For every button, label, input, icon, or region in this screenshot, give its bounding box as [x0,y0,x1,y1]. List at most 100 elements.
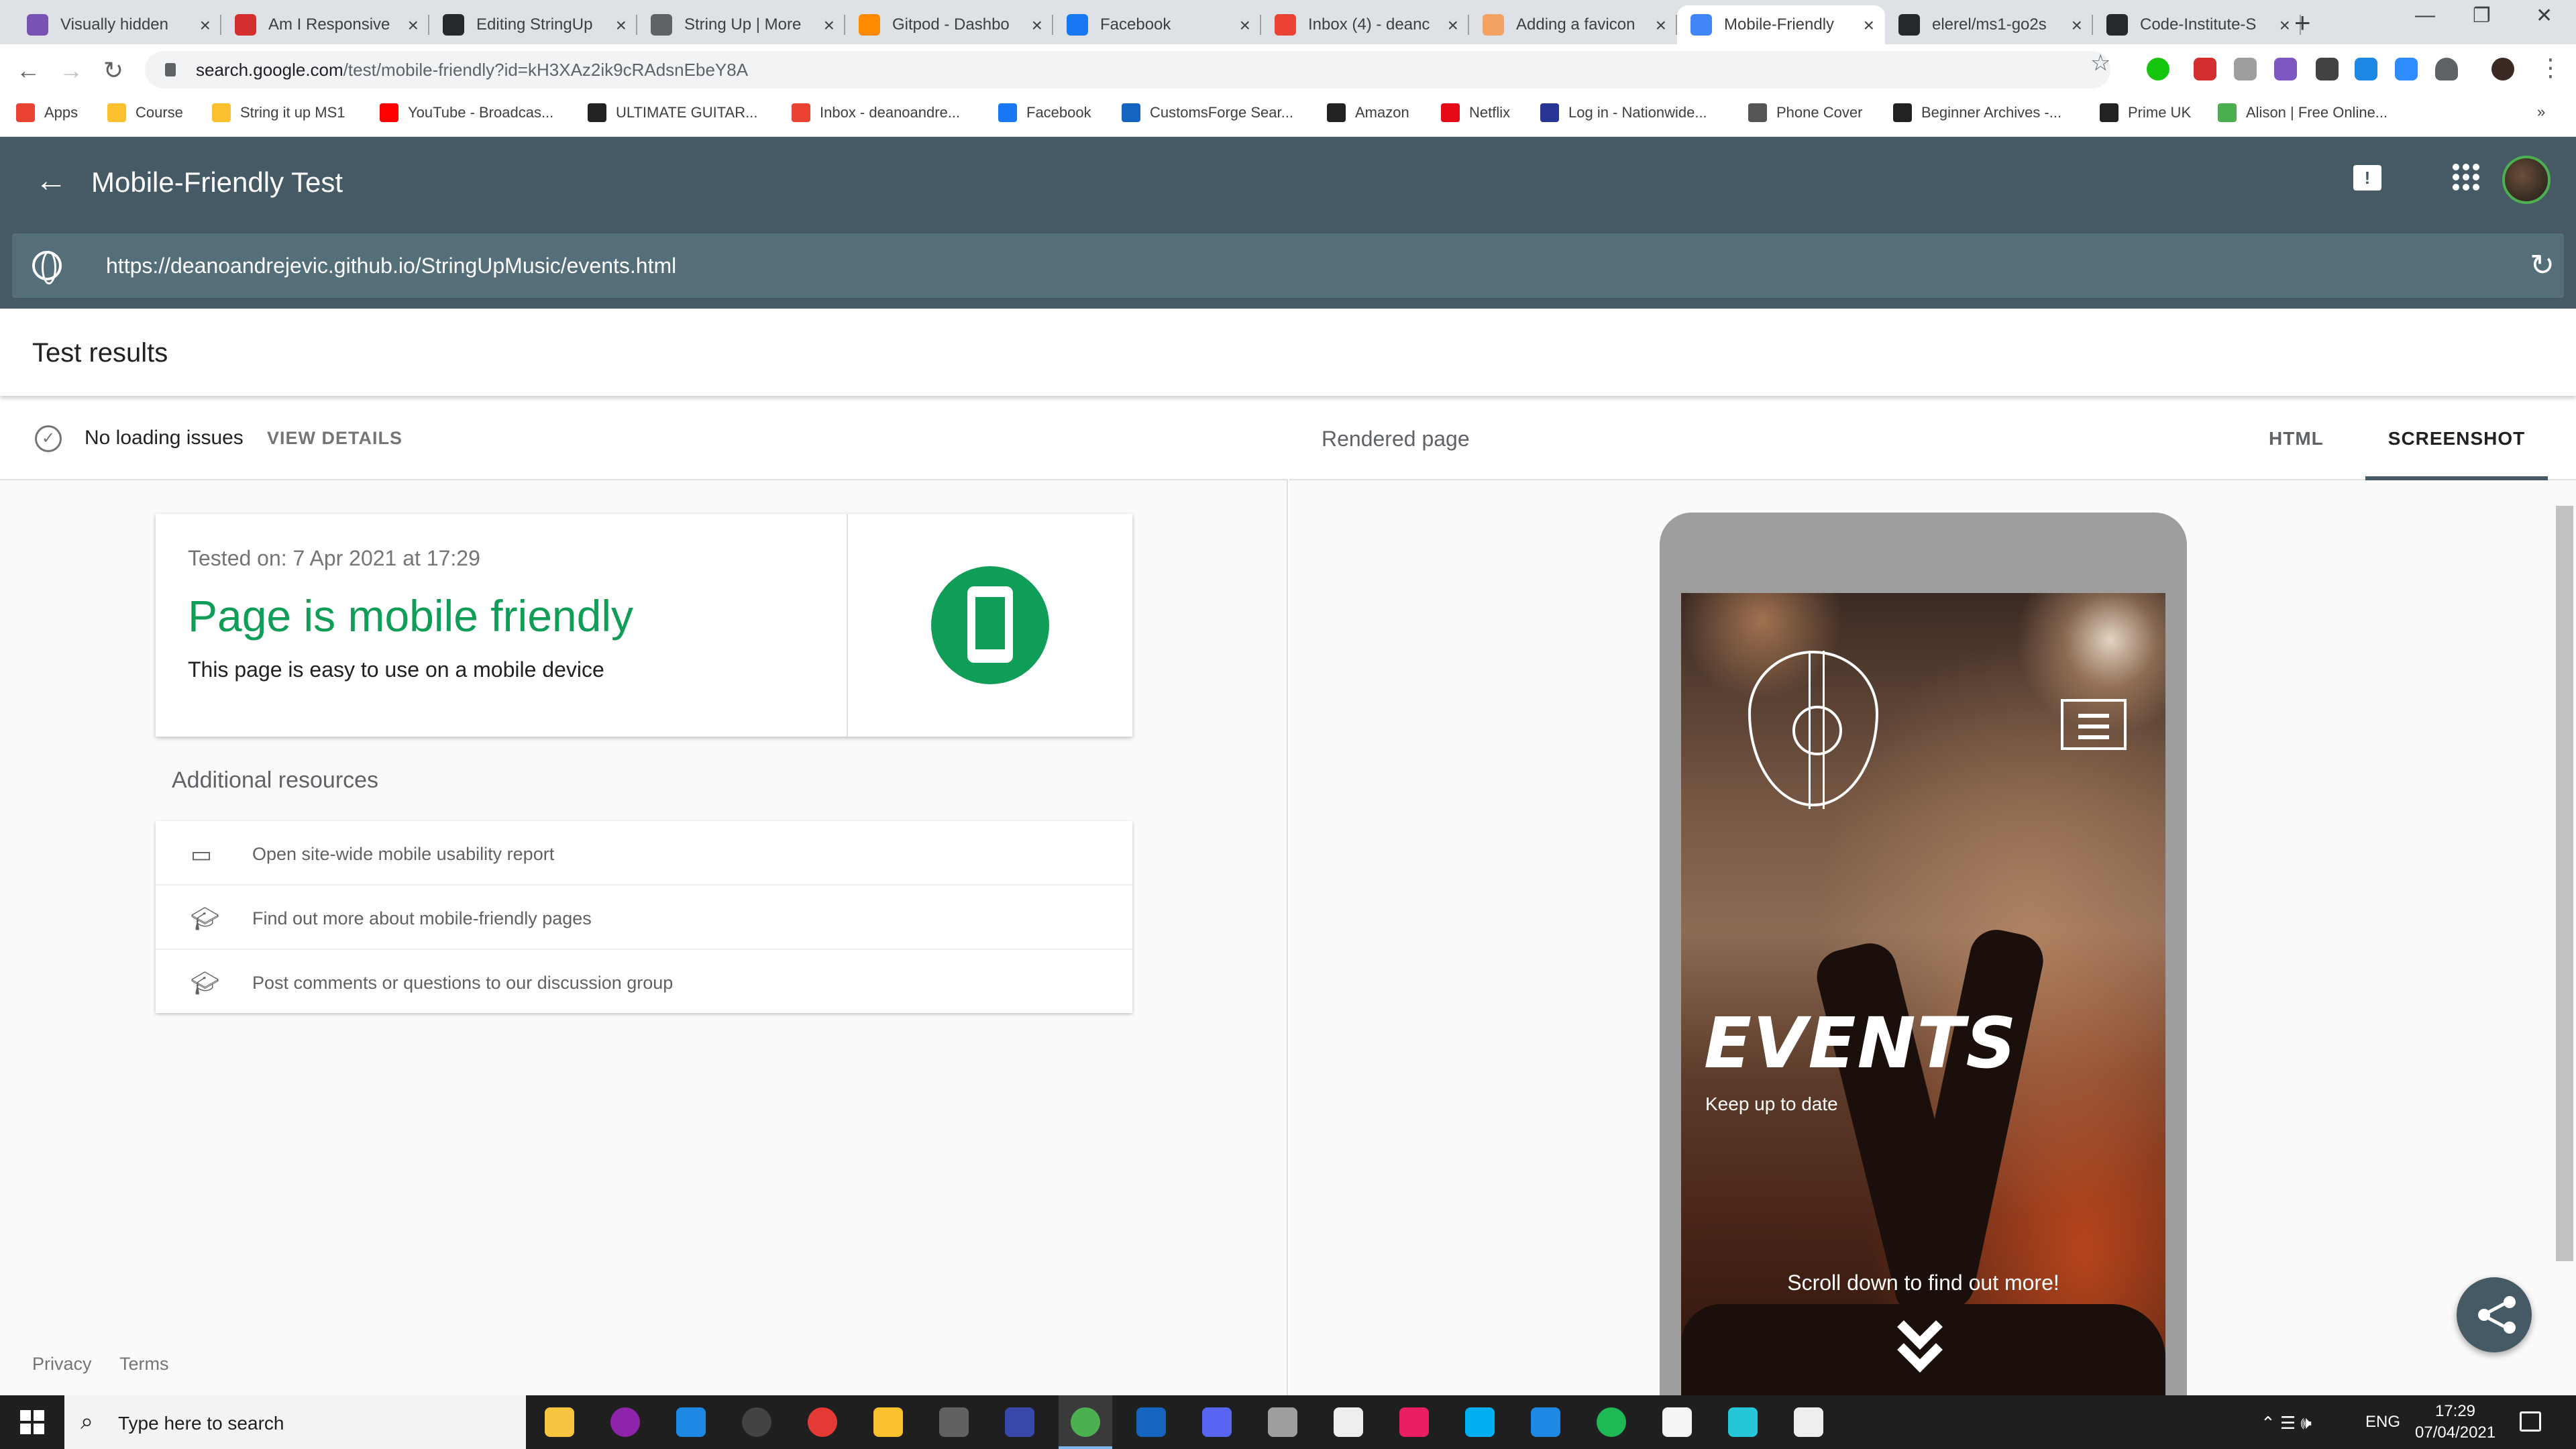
google-apps-grid-icon[interactable] [2453,164,2479,191]
notifications-icon[interactable] [2520,1411,2541,1432]
forward-arrow-icon[interactable]: → [59,56,83,85]
extension-shield-icon[interactable] [2355,58,2377,80]
bookmark-item[interactable]: YouTube - Broadcas... [380,103,553,122]
ea-icon[interactable] [808,1407,837,1437]
bookmark-item[interactable]: CustomsForge Sear... [1122,103,1293,122]
sketch-app-icon[interactable] [1728,1407,1758,1437]
profile-avatar-icon[interactable] [2491,58,2514,80]
browser-tab[interactable]: Am I Responsive × [221,5,429,44]
windows-start-icon[interactable] [20,1410,44,1434]
r-app-icon[interactable] [1334,1407,1363,1437]
browser-tab[interactable]: Editing StringUp × [429,5,637,44]
address-bar[interactable]: search.google.com/test/mobile-friendly?i… [145,51,2110,89]
settings-gear-icon[interactable] [1794,1407,1823,1437]
puzzle-extensions-icon[interactable] [2435,58,2458,80]
taskbar-clock[interactable]: 17:29 07/04/2021 [2415,1401,2496,1444]
chrome-menu-icon[interactable]: ⋮ [2538,54,2563,82]
back-arrow-icon[interactable]: ← [16,56,40,85]
bookmark-item[interactable]: String it up MS1 [212,103,345,122]
file-explorer-icon[interactable] [545,1407,574,1437]
close-tab-icon[interactable]: × [1448,15,1458,36]
language-indicator[interactable]: ENG [2365,1413,2400,1432]
slack-icon[interactable] [1399,1407,1429,1437]
close-tab-icon[interactable]: × [1864,15,1874,36]
mail-icon[interactable] [1531,1407,1560,1437]
bookmark-item[interactable]: Apps [16,103,78,122]
browser-tab[interactable]: elerel/ms1-go2s × [1885,5,2093,44]
resource-item-mobile-friendly-info[interactable]: 🎓︎ Find out more about mobile-friendly p… [156,885,1132,950]
extension-red-icon[interactable] [2194,58,2216,80]
obs-icon[interactable] [742,1407,771,1437]
browser-tab[interactable]: Code-Institute-S × [2093,5,2301,44]
share-button[interactable] [2457,1277,2532,1352]
skype-icon[interactable] [1465,1407,1495,1437]
extension-cast-icon[interactable] [2234,58,2257,80]
close-tab-icon[interactable]: × [200,15,211,36]
close-tab-icon[interactable]: × [2279,15,2290,36]
spotify-icon[interactable] [1597,1407,1626,1437]
account-avatar[interactable] [2502,156,2551,204]
cortana-icon[interactable] [610,1407,640,1437]
tested-url-bar[interactable]: https://deanoandrejevic.github.io/String… [12,233,2564,298]
resource-item-usability-report[interactable]: ▭ Open site-wide mobile usability report [156,821,1132,885]
zoom-extension-icon[interactable] [2395,58,2418,80]
close-tab-icon[interactable]: × [1240,15,1250,36]
bookmark-item[interactable]: ULTIMATE GUITAR... [588,103,757,122]
back-arrow-icon[interactable]: ← [35,162,67,199]
bookmark-item[interactable]: Alison | Free Online... [2218,103,2387,122]
tab-html[interactable]: HTML [2269,428,2324,449]
close-tab-icon[interactable]: × [2072,15,2082,36]
bookmark-item[interactable]: Amazon [1327,103,1409,122]
retest-reload-icon[interactable]: ↻ [2530,248,2555,282]
bookmark-item[interactable]: Phone Cover [1748,103,1862,122]
scrollbar[interactable] [2556,506,2573,1261]
rockstar-icon[interactable] [873,1407,903,1437]
tab-screenshot[interactable]: SCREENSHOT [2365,396,2548,480]
browser-tab[interactable]: Facebook × [1053,5,1261,44]
minimize-button[interactable]: — [2415,4,2435,27]
new-tab-button[interactable]: + [2294,7,2311,39]
close-tab-icon[interactable]: × [1032,15,1042,36]
extension-pen-icon[interactable] [2316,58,2339,80]
close-tab-icon[interactable]: × [408,15,419,36]
bookmark-item[interactable]: Facebook [998,103,1091,122]
bookmark-item[interactable]: Netflix [1441,103,1510,122]
app-icon[interactable] [676,1407,706,1437]
bookmark-star-icon[interactable]: ☆ [2090,50,2110,76]
browser-tab[interactable]: Gitpod - Dashbo × [845,5,1053,44]
browser-tab[interactable]: Inbox (4) - deanc × [1261,5,1469,44]
browser-tab[interactable]: String Up | More × [637,5,845,44]
browser-tab[interactable]: Mobile-Friendly × [1677,5,1885,44]
close-window-button[interactable]: ✕ [2536,4,2553,28]
browser-tab[interactable]: Visually hidden × [13,5,221,44]
bookmark-item[interactable]: Beginner Archives -... [1893,103,2061,122]
system-tray-icons[interactable]: ⌃ ☰ 🕪︎ [2261,1413,2312,1434]
steam-icon[interactable] [1136,1407,1166,1437]
terms-link[interactable]: Terms [119,1354,169,1375]
bookmark-item[interactable]: Inbox - deanoandre... [792,103,960,122]
bookmarks-overflow-icon[interactable]: » [2537,103,2545,121]
extension-purple-icon[interactable] [2274,58,2297,80]
bookmark-item[interactable]: Course [107,103,183,122]
app-icon[interactable] [1005,1407,1034,1437]
chrome-icon[interactable] [1071,1407,1100,1437]
xbox-icon[interactable] [939,1407,969,1437]
bookmark-item[interactable]: Log in - Nationwide... [1540,103,1707,122]
bookmark-item[interactable]: Prime UK [2100,103,2191,122]
browser-tab[interactable]: Adding a favicon × [1469,5,1677,44]
close-tab-icon[interactable]: × [1656,15,1666,36]
extension-green-icon[interactable] [2147,58,2169,80]
tested-url-input[interactable]: https://deanoandrejevic.github.io/String… [106,254,676,278]
discord-icon[interactable] [1202,1407,1232,1437]
view-details-button[interactable]: VIEW DETAILS [267,428,402,449]
rocket-league-icon[interactable] [1268,1407,1297,1437]
restore-button[interactable]: ❐ [2473,4,2491,28]
smiley-app-icon[interactable] [1662,1407,1692,1437]
reload-icon[interactable]: ↻ [103,56,123,85]
taskbar-search[interactable]: ⌕ Type here to search [64,1395,526,1449]
close-tab-icon[interactable]: × [824,15,835,36]
feedback-icon[interactable]: ! [2353,165,2381,191]
close-tab-icon[interactable]: × [616,15,627,36]
resource-item-discussion-group[interactable]: 🎓︎ Post comments or questions to our dis… [156,950,1132,1014]
privacy-link[interactable]: Privacy [32,1354,92,1375]
